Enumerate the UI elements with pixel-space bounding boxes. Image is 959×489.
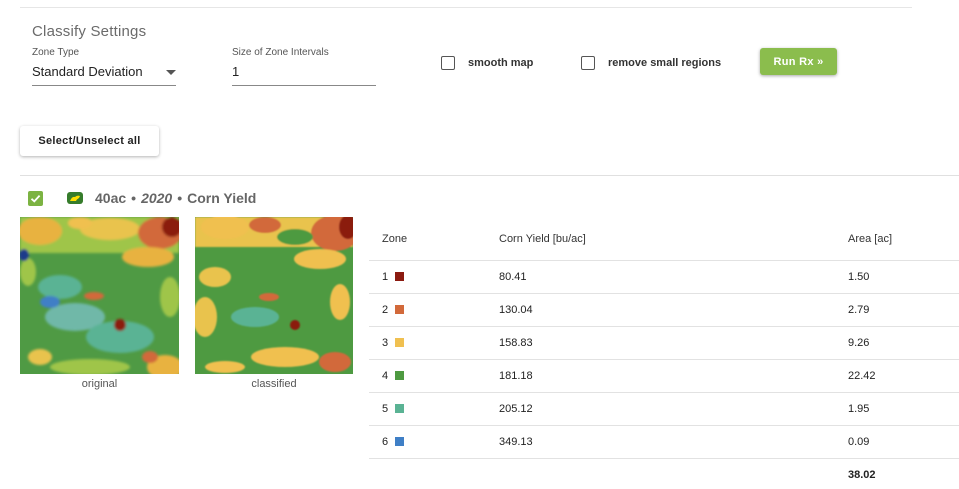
zone-interval-input[interactable]: 1 [232,64,376,86]
zone-number: 4 [382,369,389,382]
area-cell: 2.79 [848,292,959,326]
top-divider [20,7,912,8]
zone-cell: 2 [369,292,499,326]
table-total-row: 38.02 [369,457,959,489]
zone-table: Zone Corn Yield [bu/ac] Area [ac] 1 80.41… [369,218,959,489]
yield-column-header: Corn Yield [bu/ac] [499,232,586,245]
area-column-header: Area [ac] [848,232,893,245]
section-divider [20,175,959,176]
total-empty-cell [499,457,848,489]
field-header: 40ac • 2020 • Corn Yield [28,190,256,206]
field-name: 40ac [95,190,127,206]
zone-cell: 6 [369,424,499,458]
table-row: 6 349.13 0.09 [369,424,959,458]
smooth-map-option[interactable]: smooth map [441,56,533,70]
original-yield-map-image [20,217,179,374]
total-empty-cell [369,457,499,489]
yield-cell: 80.41 [499,259,848,293]
yield-cell: 181.18 [499,358,848,392]
area-cell: 9.26 [848,325,959,359]
yield-cell: 205.12 [499,391,848,425]
classified-map-caption: classified [251,378,297,390]
john-deere-logo-icon [67,192,83,204]
field-title: 40ac • 2020 • Corn Yield [95,190,256,206]
zone-type-label: Zone Type [32,47,80,58]
zone-cell: 3 [369,325,499,359]
section-title: Classify Settings [32,23,147,40]
zone-column-header: Zone [382,232,408,245]
original-map-caption: original [81,378,118,390]
field-checkbox[interactable] [28,190,43,206]
select-unselect-all-button[interactable]: Select/Unselect all [20,126,159,156]
zone-cell: 5 [369,391,499,425]
smooth-map-checkbox[interactable] [441,56,455,70]
remove-small-regions-checkbox[interactable] [581,56,595,70]
zone-color-swatch [395,403,405,413]
field-year: 2020 [141,190,173,206]
remove-small-regions-label[interactable]: remove small regions [608,57,721,69]
table-row: 3 158.83 9.26 [369,325,959,359]
chevron-down-icon[interactable] [166,70,176,75]
zone-number: 1 [382,270,389,283]
smooth-map-label[interactable]: smooth map [468,57,533,69]
table-row: 1 80.41 1.50 [369,259,959,293]
yield-cell: 349.13 [499,424,848,458]
zone-number: 5 [382,402,389,415]
zone-type-select[interactable]: Zone Type Standard Deviation [32,47,176,86]
area-cell: 1.95 [848,391,959,425]
zone-cell: 4 [369,358,499,392]
table-row: 4 181.18 22.42 [369,358,959,392]
title-separator: • [131,190,137,206]
zone-color-swatch [395,337,405,347]
run-rx-button[interactable]: Run Rx » [760,48,837,75]
remove-small-regions-option[interactable]: remove small regions [581,56,721,70]
check-icon [30,194,41,203]
classified-map: classified [195,217,353,390]
table-row: 5 205.12 1.95 [369,391,959,425]
area-cell: 0.09 [848,424,959,458]
original-map: original [20,217,179,390]
zone-color-swatch [395,436,405,446]
zone-color-swatch [395,370,405,380]
table-header-row: Zone Corn Yield [bu/ac] Area [ac] [369,218,959,260]
zone-color-swatch [395,271,405,281]
yield-cell: 130.04 [499,292,848,326]
zone-number: 6 [382,435,389,448]
zone-type-value[interactable]: Standard Deviation [32,64,176,86]
zone-interval-label: Size of Zone Intervals [232,47,329,58]
yield-cell: 158.83 [499,325,848,359]
area-cell: 1.50 [848,259,959,293]
zone-cell: 1 [369,259,499,293]
total-area-cell: 38.02 [848,457,959,489]
field-layer: Corn Yield [187,190,257,206]
table-row: 2 130.04 2.79 [369,292,959,326]
zone-number: 3 [382,336,389,349]
zone-interval-field[interactable]: Size of Zone Intervals 1 [232,47,376,86]
zone-type-value-text: Standard Deviation [32,64,143,79]
zone-color-swatch [395,304,405,314]
classified-yield-map-image [195,217,353,374]
area-cell: 22.42 [848,358,959,392]
title-separator: • [177,190,183,206]
zone-number: 2 [382,303,389,316]
